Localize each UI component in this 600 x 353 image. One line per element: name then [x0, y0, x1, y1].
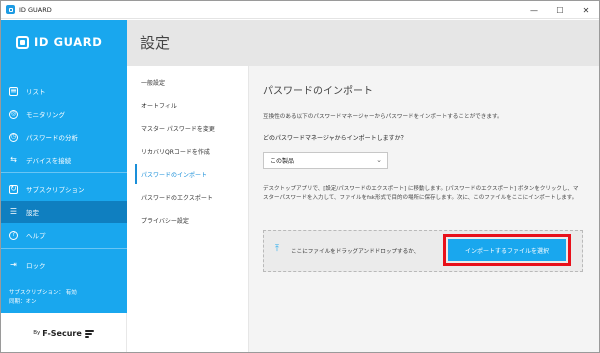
settings-menu-recovery-qr[interactable]: リカバリQRコードを作成 [135, 141, 245, 161]
password-manager-select-value: この製品 [270, 158, 295, 165]
sync-status-text: 同期：オン [9, 299, 37, 305]
app-window: ID GUARD — ☐ ✕ ID GUARD ≡ リスト ◎ モニタリング ◷… [0, 0, 600, 353]
footer-brand-text: F-Secure [42, 328, 82, 338]
chevron-down-icon: ⌄ [376, 156, 382, 164]
settings-menu-autofill[interactable]: オートフィル [135, 95, 245, 115]
sidebar-item-label: ロック [26, 262, 46, 270]
settings-menu-import-passwords[interactable]: パスワードのインポート [135, 164, 245, 184]
file-drop-zone[interactable]: ⤒ ここにファイルをドラッグアンドドロップするか、 インポートするファイルを選択 [263, 230, 583, 272]
window-title: ID GUARD [19, 5, 52, 14]
settings-menu-change-master-password[interactable]: マスター パスワードを変更 [135, 118, 245, 138]
menu-item-label: リカバリQRコードを作成 [141, 148, 210, 156]
sidebar-item-list[interactable]: ≡ リスト [1, 80, 127, 102]
monitoring-icon: ◎ [9, 109, 18, 119]
select-import-file-button[interactable]: インポートするファイルを選択 [448, 239, 566, 261]
sidebar-item-help[interactable]: ? ヘルプ [1, 224, 127, 246]
subscription-status: サブスクリプション： 有効 同期：オン [9, 289, 77, 307]
sidebar-footer: By F-Secure [1, 313, 127, 352]
minimize-button[interactable]: — [521, 1, 547, 19]
close-button[interactable]: ✕ [573, 1, 599, 19]
id-guard-logo-icon [16, 35, 29, 49]
sidebar-item-monitoring[interactable]: ◎ モニタリング [1, 103, 127, 125]
subscription-icon: ↻ [9, 184, 18, 194]
help-icon: ? [9, 230, 18, 240]
menu-item-label: マスター パスワードを変更 [141, 125, 215, 133]
f-secure-mark-icon [84, 329, 94, 338]
subscription-status-text: サブスクリプション： 有効 [9, 290, 77, 296]
f-secure-logo: By F-Secure [33, 329, 94, 338]
sidebar-item-label: サブスクリプション [26, 186, 85, 194]
import-instructions: デスクトップアプリで、[設定/パスワードのエクスポート] に移動します。[パスワ… [263, 186, 579, 201]
menu-item-label: 一般設定 [141, 79, 166, 87]
sidebar-item-label: デバイスを接続 [26, 157, 72, 165]
settings-menu: 一般設定 オートフィル マスター パスワードを変更 リカバリQRコードを作成 パ… [127, 66, 249, 352]
drop-zone-text: ここにファイルをドラッグアンドドロップするか、 [291, 249, 420, 255]
password-manager-select[interactable]: この製品 ⌄ [263, 152, 388, 169]
sidebar-item-lock[interactable]: ⇥ ロック [1, 254, 127, 276]
sidebar-item-label: モニタリング [26, 111, 65, 119]
page-title: 設定 [140, 34, 171, 52]
sidebar-item-password-analysis[interactable]: ◷ パスワードの分析 [1, 126, 127, 148]
page-header: 設定 [127, 20, 599, 66]
import-panel: パスワードのインポート 互換性のある以下のパスワードマネージャーからパスワードを… [249, 66, 599, 352]
list-icon: ≡ [9, 86, 18, 96]
title-bar: ID GUARD — ☐ ✕ [1, 1, 599, 19]
brand-name: ID GUARD [34, 35, 103, 49]
section-title: パスワードのインポート [263, 86, 373, 97]
sidebar-item-label: パスワードの分析 [26, 134, 78, 142]
sidebar-divider [1, 172, 127, 173]
sidebar-item-label: ヘルプ [26, 232, 46, 240]
menu-item-label: プライバシー設定 [141, 217, 189, 225]
lock-icon: ⇥ [10, 260, 17, 269]
sidebar: ID GUARD ≡ リスト ◎ モニタリング ◷ パスワードの分析 ⇆ デバイ… [1, 20, 127, 352]
sidebar-item-subscription[interactable]: ↻ サブスクリプション [1, 178, 127, 200]
sidebar-item-label: リスト [26, 88, 46, 96]
footer-by-text: By [33, 330, 41, 336]
settings-menu-general[interactable]: 一般設定 [135, 72, 245, 92]
source-question: どのパスワードマネージャからインポートしますか？ [263, 135, 407, 142]
menu-item-label: パスワードのエクスポート [141, 194, 213, 202]
sidebar-divider [1, 248, 127, 249]
settings-menu-export-passwords[interactable]: パスワードのエクスポート [135, 187, 245, 207]
menu-item-label: オートフィル [141, 102, 177, 110]
brand-logo: ID GUARD [16, 35, 102, 49]
menu-item-label: パスワードのインポート [141, 171, 208, 179]
settings-menu-privacy[interactable]: プライバシー設定 [135, 210, 245, 230]
app-logo-icon [6, 5, 15, 14]
clock-icon: ◷ [9, 132, 18, 142]
main-panel: 設定 一般設定 オートフィル マスター パスワードを変更 リカバリQRコードを作… [127, 20, 599, 352]
section-description: 互換性のある以下のパスワードマネージャーからパスワードをインポートすることができ… [263, 114, 503, 120]
sidebar-item-settings[interactable]: ☰ 設定 [1, 201, 127, 223]
sidebar-item-label: 設定 [26, 209, 39, 217]
sidebar-item-connect-device[interactable]: ⇆ デバイスを接続 [1, 149, 127, 171]
maximize-button[interactable]: ☐ [547, 1, 573, 19]
settings-sliders-icon: ☰ [9, 207, 18, 216]
upload-icon: ⤒ [275, 244, 279, 254]
window-controls: — ☐ ✕ [521, 1, 599, 19]
connect-device-icon: ⇆ [10, 155, 17, 164]
